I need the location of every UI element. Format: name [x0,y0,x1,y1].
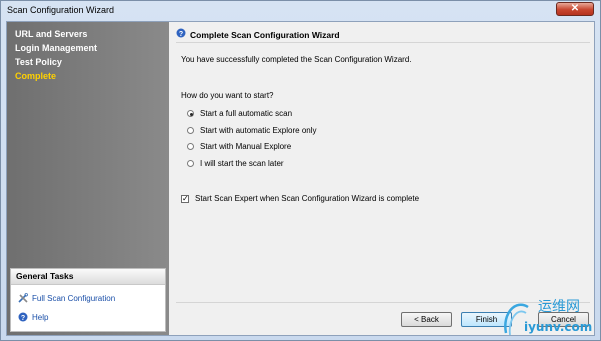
general-tasks-panel: General Tasks Full Scan Configuration ? … [10,268,166,332]
main-panel: ? Complete Scan Configuration Wizard You… [170,22,594,335]
general-tasks-header: General Tasks [11,269,165,285]
checkbox-checked[interactable]: ✓ [181,194,189,203]
radio-manual-explore[interactable]: Start with Manual Explore [187,142,291,151]
radio-indicator[interactable] [187,160,194,167]
radio-automatic-explore-only[interactable]: Start with automatic Explore only [187,126,317,135]
page-title: Complete Scan Configuration Wizard [190,30,340,40]
radio-label: Start a full automatic scan [200,109,293,118]
svg-text:?: ? [21,315,25,322]
close-button[interactable]: ✕ [556,2,594,16]
full-scan-configuration-link[interactable]: Full Scan Configuration [18,293,115,303]
svg-text:?: ? [179,31,183,38]
scan-expert-checkbox[interactable]: ✓ Start Scan Expert when Scan Configurat… [181,194,419,203]
checkbox-label: Start Scan Expert when Scan Configuratio… [195,194,420,203]
watermark-text-url: iyunv.com [524,320,592,334]
intro-text: You have successfully completed the Scan… [181,55,412,64]
help-link[interactable]: ? Help [18,312,48,322]
divider [176,42,590,43]
sidebar-item-test-policy[interactable]: Test Policy [15,57,62,67]
sidebar-item-url-and-servers[interactable]: URL and Servers [15,29,87,39]
tools-icon [18,293,28,303]
sidebar-item-complete[interactable]: Complete [15,71,56,81]
wizard-window: Scan Configuration Wizard ✕ URL and Serv… [0,0,601,341]
radio-full-automatic-scan[interactable]: Start a full automatic scan [187,109,292,118]
sidebar-item-login-management[interactable]: Login Management [15,43,97,53]
radio-start-later[interactable]: I will start the scan later [187,159,284,168]
wizard-client-area: URL and Servers Login Management Test Po… [6,21,595,336]
start-question: How do you want to start? [181,91,274,100]
radio-selected-indicator[interactable] [187,110,194,117]
watermark-logo: 运维网 iyunv.com [504,299,592,336]
full-scan-configuration-label: Full Scan Configuration [32,293,116,303]
title-bar[interactable]: Scan Configuration Wizard ✕ [1,1,600,19]
close-icon: ✕ [570,3,580,14]
window-title: Scan Configuration Wizard [7,5,115,15]
radio-indicator[interactable] [187,143,194,150]
radio-label: Start with automatic Explore only [200,126,317,135]
sidebar: URL and Servers Login Management Test Po… [7,22,169,335]
watermark-text-cn: 运维网 [538,299,580,315]
help-icon: ? [18,312,28,322]
radio-label: I will start the scan later [200,159,284,168]
radio-indicator[interactable] [187,127,194,134]
radio-label: Start with Manual Explore [200,142,292,151]
back-button[interactable]: < Back [401,312,452,327]
help-icon: ? [176,28,186,38]
help-label: Help [32,312,49,322]
